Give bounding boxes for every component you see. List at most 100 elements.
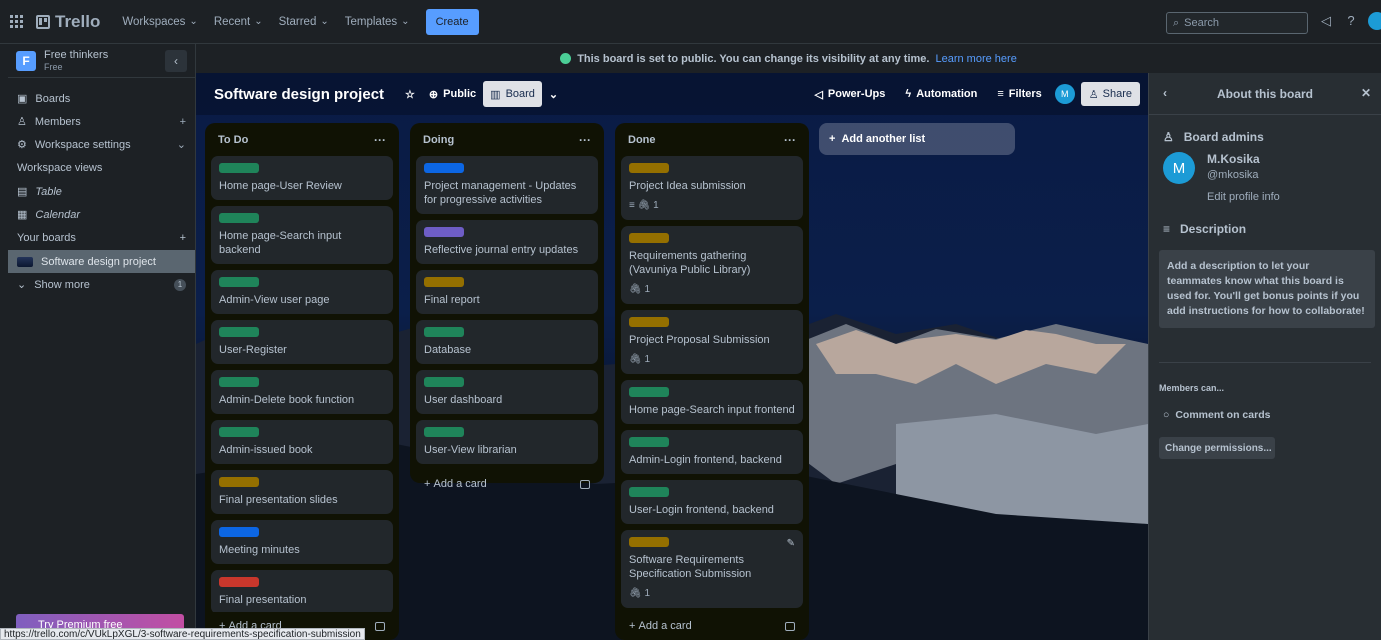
list-title[interactable]: Done [628, 134, 656, 146]
automation-button[interactable]: ϟ Automation [898, 81, 984, 107]
admin-avatar[interactable]: M [1163, 152, 1195, 184]
card-label[interactable] [629, 233, 669, 243]
card-label[interactable] [424, 327, 464, 337]
collapse-sidebar-button[interactable]: ‹ [165, 49, 187, 72]
show-more-button[interactable]: ⌄ Show more 1 [8, 273, 195, 296]
card-label[interactable] [629, 387, 669, 397]
learn-more-link[interactable]: Learn more here [935, 53, 1016, 65]
trello-logo-icon [36, 14, 50, 29]
add-member-icon[interactable]: + [180, 116, 186, 128]
board-title[interactable]: Software design project [214, 86, 384, 103]
back-chevron-icon[interactable]: ‹ [1163, 86, 1167, 100]
card-label[interactable] [219, 277, 259, 287]
add-board-icon[interactable]: + [180, 232, 186, 244]
card-label[interactable] [424, 377, 464, 387]
card-label[interactable] [629, 437, 669, 447]
sidebar-item-boards[interactable]: ▣ Boards [8, 87, 195, 110]
search-input[interactable]: ⌕ Search [1166, 12, 1308, 34]
card[interactable]: Admin-Login frontend, backend [621, 430, 803, 474]
card[interactable]: Admin-issued book [211, 420, 393, 464]
trello-logo[interactable]: Trello [36, 12, 100, 32]
card[interactable]: Admin-View user page [211, 270, 393, 314]
sidebar-item-table[interactable]: ▤ Table [8, 180, 195, 203]
card-label[interactable] [424, 163, 464, 173]
list-title[interactable]: Doing [423, 134, 454, 146]
card-template-icon[interactable] [580, 479, 590, 489]
list-title[interactable]: To Do [218, 134, 248, 146]
edit-card-icon[interactable]: ✎ [787, 537, 795, 551]
board-view-button[interactable]: ▥ Board [483, 81, 542, 107]
star-board-icon[interactable]: ☆ [398, 81, 422, 107]
account-avatar[interactable] [1368, 12, 1381, 30]
card[interactable]: Reflective journal entry updates [416, 220, 598, 264]
board-header: Software design project ☆ ⊕ Public ▥ Board… [196, 73, 1148, 115]
nav-starred[interactable]: Starred ⌄ [271, 8, 337, 36]
list-header[interactable]: Done ··· [621, 123, 803, 156]
visibility-button[interactable]: ⊕ Public [422, 81, 483, 107]
megaphone-icon[interactable]: ◁ [1318, 13, 1334, 29]
card[interactable]: Admin-Delete book function [211, 370, 393, 414]
add-card-button[interactable]: + Add a card [621, 612, 803, 640]
card[interactable]: Home page-Search input frontend [621, 380, 803, 424]
list-menu-icon[interactable]: ··· [784, 133, 796, 147]
card-label[interactable] [424, 227, 464, 237]
card-label[interactable] [629, 487, 669, 497]
card[interactable]: Final presentation slides [211, 470, 393, 514]
card-label[interactable] [219, 163, 259, 173]
app-switcher-icon[interactable] [10, 14, 24, 29]
card-label[interactable] [219, 577, 259, 587]
nav-templates[interactable]: Templates ⌄ [337, 8, 418, 36]
filters-button[interactable]: ≡ Filters [990, 81, 1048, 107]
sidebar-item-members[interactable]: ♙BoardsMembers+ [8, 110, 195, 133]
card-label[interactable] [219, 377, 259, 387]
help-icon[interactable]: ? [1343, 13, 1359, 29]
member-avatar[interactable]: M [1054, 84, 1075, 104]
card[interactable]: Project Proposal Submission 🖇 1 [621, 310, 803, 374]
card-label[interactable] [219, 427, 259, 437]
share-button[interactable]: ♙ Share [1080, 82, 1140, 106]
card[interactable]: User dashboard [416, 370, 598, 414]
card[interactable]: Software Requirements Specification Subm… [621, 530, 803, 608]
card-label[interactable] [219, 213, 259, 223]
card-template-icon[interactable] [375, 621, 385, 631]
sidebar-board-software-design-project[interactable]: Software design project [8, 250, 195, 273]
card[interactable]: User-View librarian [416, 420, 598, 464]
close-icon[interactable]: ✕ [1361, 86, 1371, 100]
sidebar-item-calendar[interactable]: ▦ Calendar [8, 203, 195, 226]
card-template-icon[interactable] [785, 621, 795, 631]
sidebar-item-workspace-settings[interactable]: ⚙ Workspace settings ⌄ [8, 133, 195, 156]
card-label[interactable] [219, 327, 259, 337]
card[interactable]: User-Login frontend, backend [621, 480, 803, 524]
edit-profile-link[interactable]: Edit profile info [1207, 190, 1280, 205]
card-label[interactable] [424, 277, 464, 287]
card-label[interactable] [219, 527, 259, 537]
card[interactable]: Final presentation [211, 570, 393, 614]
card[interactable]: Project Idea submission ≡ 🖇 1 [621, 156, 803, 220]
nav-workspaces[interactable]: Workspaces ⌄ [114, 8, 205, 36]
description-field[interactable]: Add a description to let your teammates … [1159, 250, 1375, 328]
list-header[interactable]: Doing ··· [416, 123, 598, 156]
card[interactable]: Meeting minutes [211, 520, 393, 564]
card[interactable]: Database [416, 320, 598, 364]
change-permissions-button[interactable]: Change permissions... [1159, 437, 1275, 459]
card-label[interactable] [219, 477, 259, 487]
card[interactable]: Project management - Updates for progres… [416, 156, 598, 214]
card[interactable]: Home page-User Review [211, 156, 393, 200]
card-label[interactable] [629, 317, 669, 327]
add-card-button[interactable]: + Add a card [416, 470, 598, 498]
list-menu-icon[interactable]: ··· [374, 133, 386, 147]
card[interactable]: User-Register [211, 320, 393, 364]
card-label[interactable] [424, 427, 464, 437]
card[interactable]: Final report [416, 270, 598, 314]
list-header[interactable]: To Do ··· [211, 123, 393, 156]
create-button[interactable]: Create [425, 8, 479, 35]
view-switcher-chevron-icon[interactable]: ⌄ [542, 81, 565, 107]
add-another-list-button[interactable]: + Add another list [819, 123, 1015, 155]
card-label[interactable] [629, 537, 669, 547]
card-label[interactable] [629, 163, 669, 173]
card[interactable]: Home page-Search input backend [211, 206, 393, 264]
power-ups-button[interactable]: ◁ Power-Ups [807, 81, 892, 107]
card[interactable]: Requirements gathering (Vavuniya Public … [621, 226, 803, 304]
list-menu-icon[interactable]: ··· [579, 133, 591, 147]
nav-recent[interactable]: Recent ⌄ [206, 8, 271, 36]
